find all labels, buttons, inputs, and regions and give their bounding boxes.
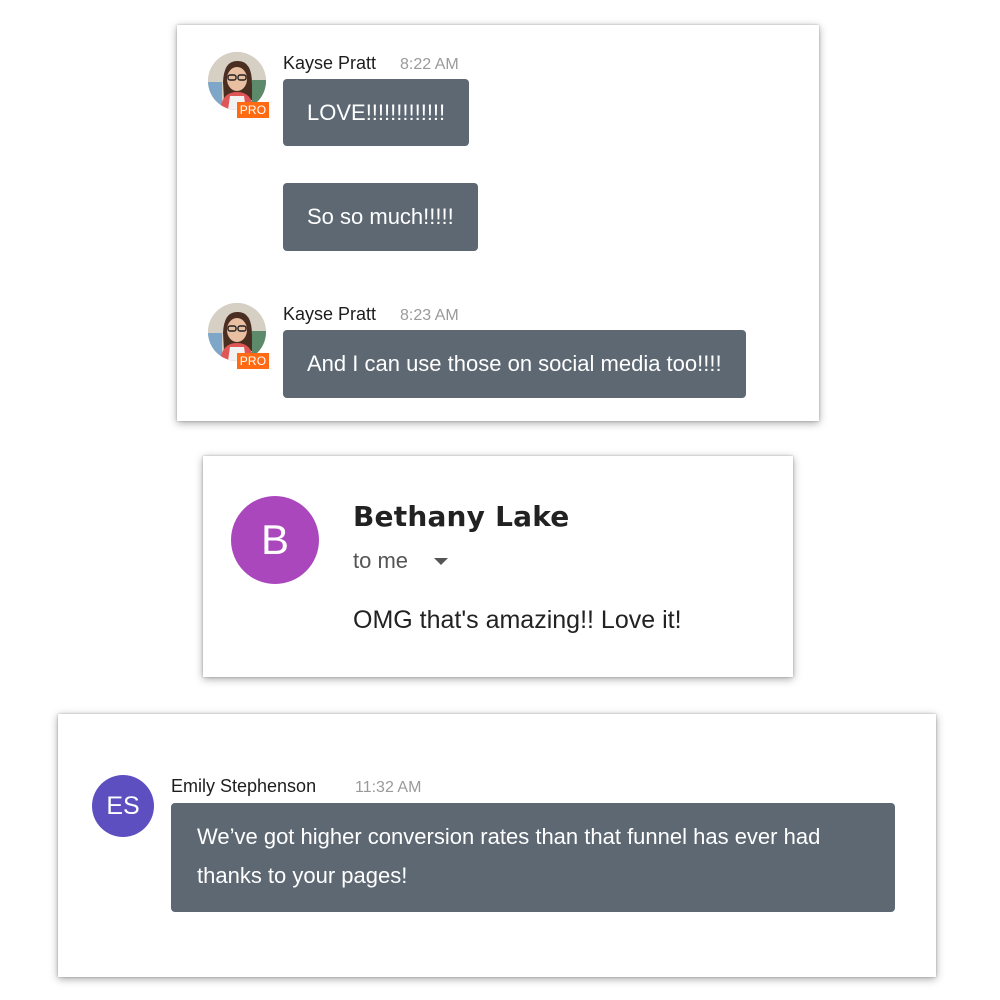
message-bubble: And I can use those on social media too!… — [283, 330, 746, 398]
email-sender-name[interactable]: Bethany Lake — [353, 500, 569, 533]
chat-card-kayse: PRO Kayse Pratt 8:22 AM LOVE!!!!!!!!!!!!… — [177, 25, 819, 421]
message-bubble: We’ve got higher conversion rates than t… — [171, 803, 895, 912]
email-recipient: to me — [353, 548, 409, 573]
message-timestamp: 8:23 AM — [400, 307, 459, 324]
pro-badge: PRO — [237, 102, 269, 118]
message-bubble: So so much!!!!! — [283, 183, 478, 251]
avatar[interactable]: B — [231, 496, 319, 584]
sender-name[interactable]: Kayse Pratt — [283, 304, 376, 325]
sender-name[interactable]: Emily Stephenson — [171, 776, 316, 797]
message-bubble: LOVE!!!!!!!!!!!!! — [283, 79, 470, 146]
message-timestamp: 11:32 AM — [355, 779, 422, 796]
message-timestamp: 8:22 AM — [400, 56, 459, 73]
chat-card-emily: ES Emily Stephenson 11:32 AM We’ve got h… — [58, 714, 936, 977]
avatar[interactable]: ES — [92, 775, 154, 837]
email-body: OMG that's amazing!! Love it! — [353, 606, 682, 634]
email-card-bethany: B Bethany Lake to me OMG that's amazing!… — [203, 456, 793, 677]
chevron-down-icon[interactable] — [434, 558, 448, 565]
pro-badge: PRO — [237, 353, 269, 369]
sender-name[interactable]: Kayse Pratt — [283, 53, 376, 74]
